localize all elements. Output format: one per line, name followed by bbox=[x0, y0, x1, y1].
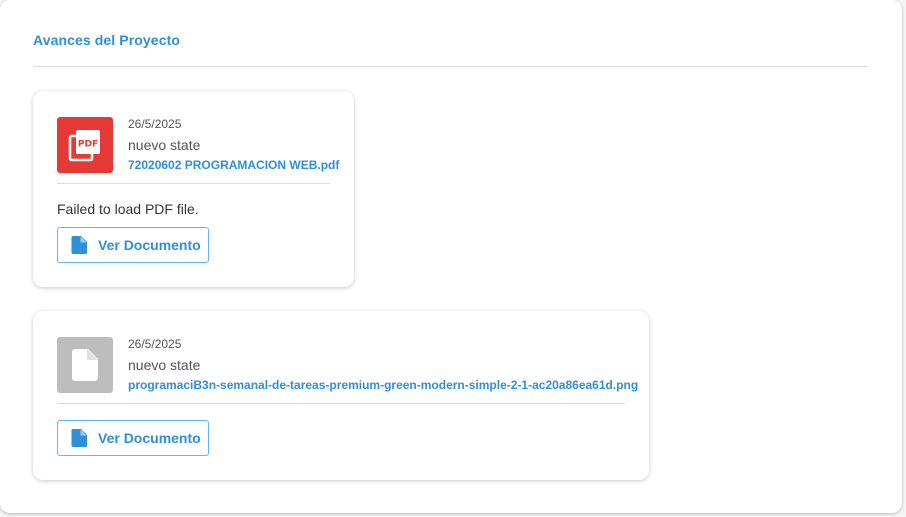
document-card: 26/5/2025 nuevo state programaciB3n-sema… bbox=[33, 311, 649, 480]
document-filename-link[interactable]: 72020602 PROGRAMACION WEB.pdf bbox=[128, 158, 339, 172]
view-document-label: Ver Documento bbox=[98, 237, 201, 253]
view-document-button[interactable]: Ver Documento bbox=[57, 227, 209, 263]
view-document-label: Ver Documento bbox=[98, 430, 201, 446]
section-divider bbox=[33, 66, 868, 67]
document-date: 26/5/2025 bbox=[128, 117, 182, 131]
document-card: PDF 26/5/2025 nuevo state 72020602 PROGR… bbox=[33, 91, 354, 287]
document-date: 26/5/2025 bbox=[128, 337, 182, 351]
document-filename-link[interactable]: programaciB3n-semanal-de-tareas-premium-… bbox=[128, 378, 638, 392]
card-divider bbox=[57, 183, 330, 184]
section-title: Avances del Proyecto bbox=[33, 32, 180, 48]
document-state: nuevo state bbox=[128, 357, 201, 373]
file-icon bbox=[57, 337, 113, 393]
card-divider bbox=[57, 403, 625, 404]
project-progress-panel: Avances del Proyecto PDF 26/5/2025 nuevo… bbox=[0, 0, 902, 513]
pdf-preview-error: Failed to load PDF file. bbox=[57, 201, 199, 217]
document-state: nuevo state bbox=[128, 137, 201, 153]
svg-text:PDF: PDF bbox=[78, 140, 98, 150]
document-meta: 26/5/2025 nuevo state 72020602 PROGRAMAC… bbox=[128, 117, 339, 172]
document-icon bbox=[71, 429, 89, 447]
document-icon bbox=[71, 236, 89, 254]
document-meta: 26/5/2025 nuevo state programaciB3n-sema… bbox=[128, 337, 638, 392]
pdf-icon: PDF bbox=[57, 117, 113, 173]
view-document-button[interactable]: Ver Documento bbox=[57, 420, 209, 456]
